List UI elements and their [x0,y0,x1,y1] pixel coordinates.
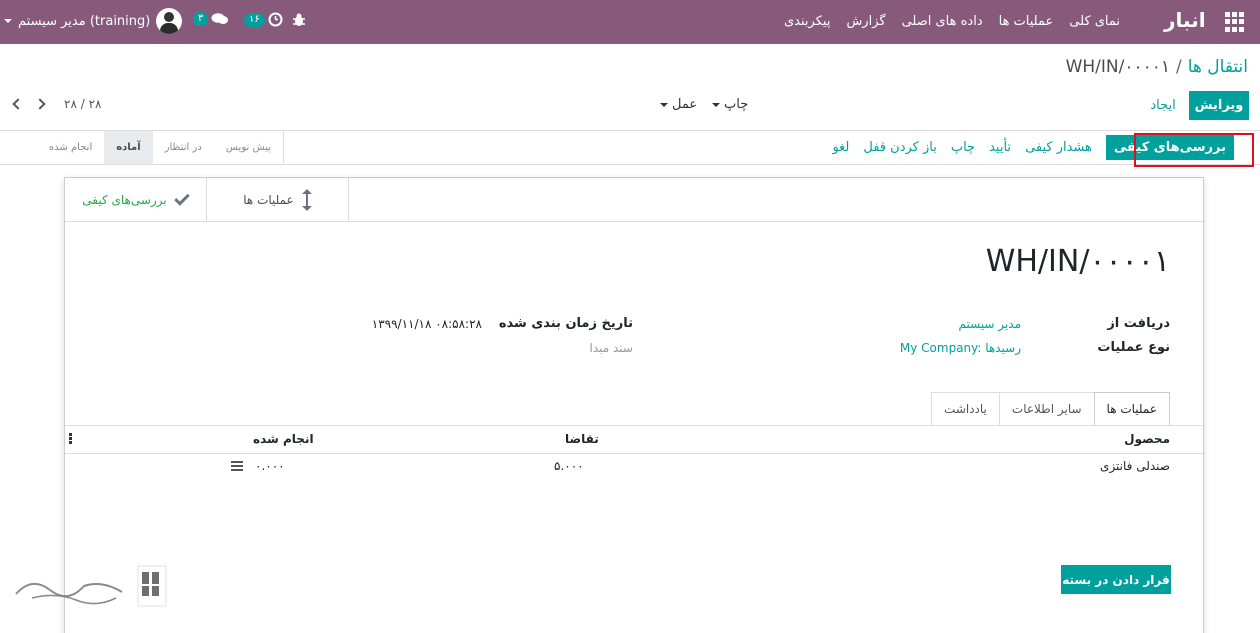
operation-type-label: نوع عملیات [1097,340,1170,355]
edit-button[interactable]: ویرایش [1189,91,1249,120]
pager-next-button[interactable] [33,96,51,114]
put-in-pack-button[interactable]: قرار دادن در بسته [1061,565,1171,594]
caret-down-icon [712,102,720,107]
operation-type-value[interactable]: My Company: رسیدها [900,341,1021,355]
optional-columns-icon[interactable] [69,433,72,445]
cell-done: ۰.۰۰۰ [255,459,285,473]
activities-systray[interactable]: ۱۶ [244,12,283,27]
cell-demand: ۵.۰۰۰ [554,459,584,473]
column-demand[interactable]: تقاضا [565,432,599,446]
stage-waiting[interactable]: در انتظار [153,131,214,164]
notebook-tabs: عملیات ها سایر اطلاعات یادداشت [931,392,1170,425]
top-navbar: انبار نمای کلی عملیات ها داده های اصلی گ… [0,0,1260,44]
clock-icon [268,12,283,27]
breadcrumb: انتقال ها / WH/IN/۰۰۰۰۱ [1066,57,1248,77]
avatar [156,8,183,34]
quality-checks-smart-label: بررسی‌های کیفی [82,193,167,207]
caret-down-icon [660,102,668,107]
form-sheet: بررسی‌های کیفی عملیات ها WH/IN/۰۰۰۰۱ دری… [64,177,1204,633]
cell-product: صندلی فانتزی [1100,459,1170,473]
menu-item-overview[interactable]: نمای کلی [1069,14,1120,29]
header-actions: بررسی‌های کیفی هشدار کیفی تأیید چاپ باز … [832,131,1234,164]
quality-alert-button[interactable]: هشدار کیفی [1025,140,1092,155]
chevron-down-icon [4,19,12,23]
source-document-label: سند مبدا [589,341,633,355]
menu-item-configuration[interactable]: پیکربندی [784,14,830,29]
tab-note[interactable]: یادداشت [931,392,1000,425]
chat-icon [211,13,229,24]
stage-bar: پیش نویس در انتظار آماده انجام شده [0,131,284,164]
tab-operations[interactable]: عملیات ها [1093,392,1170,425]
action-dropdown[interactable]: عمل [660,97,697,112]
breadcrumb-current: WH/IN/۰۰۰۰۱ [1065,57,1170,77]
breadcrumb-separator: / [1176,57,1182,77]
pager-previous-button[interactable] [7,96,25,114]
messages-systray[interactable]: ۳ [193,12,229,26]
stage-ready[interactable]: آماده [104,131,153,164]
table-header: محصول تقاضا انجام شده [65,426,1203,454]
check-icon [173,190,190,206]
debug-bug-icon[interactable] [292,12,306,28]
action-dropdown-label: عمل [672,97,698,112]
menu-item-reporting[interactable]: گزارش [846,14,885,29]
messages-badge: ۳ [193,12,209,26]
create-button[interactable]: ایجاد [1139,91,1187,120]
chevron-left-icon [12,98,24,110]
menu-item-operations[interactable]: عملیات ها [999,14,1054,29]
activities-badge: ۱۶ [244,12,265,27]
breadcrumb-parent[interactable]: انتقال ها [1188,57,1248,77]
receive-from-label: دریافت از [1107,316,1170,331]
user-name: مدیر سیستم (training) [18,13,151,29]
status-bar: بررسی‌های کیفی هشدار کیفی تأیید چاپ باز … [0,130,1260,165]
cancel-button[interactable]: لغو [832,140,849,155]
stage-draft[interactable]: پیش نویس [214,131,283,164]
validate-button[interactable]: تأیید [989,140,1011,155]
print-dropdown[interactable]: چاپ [712,97,748,112]
arrows-vertical-icon [301,189,312,211]
detailed-operations-list-icon[interactable] [231,461,243,471]
app-brand[interactable]: انبار [1164,8,1206,32]
main-menu: نمای کلی عملیات ها داده های اصلی گزارش پ… [784,14,1120,29]
print-dropdown-label: چاپ [724,97,749,112]
scheduled-date-label: تاریخ زمان بندی شده [498,316,633,331]
watermark-logo [15,565,167,607]
user-menu[interactable]: مدیر سیستم (training) [4,8,183,34]
tab-other-info[interactable]: سایر اطلاعات [998,392,1095,425]
print-button[interactable]: چاپ [951,140,975,155]
column-product[interactable]: محصول [1124,432,1170,446]
apps-menu-icon[interactable] [1225,12,1245,32]
menu-item-master-data[interactable]: داده های اصلی [902,14,983,29]
record-title: WH/IN/۰۰۰۰۱ [985,244,1170,279]
unlock-button[interactable]: باز کردن قفل [863,140,936,155]
receive-from-value[interactable]: مدیر سیستم [959,317,1022,331]
table-row[interactable]: صندلی فانتزی ۵.۰۰۰ ۰.۰۰۰ [65,455,1203,477]
quality-checks-button[interactable]: بررسی‌های کیفی [1105,135,1234,160]
scheduled-date-value: ۱۳۹۹/۱۱/۱۸ ۰۸:۵۸:۲۸ [371,317,482,331]
quality-checks-smart-button[interactable]: بررسی‌های کیفی [65,178,207,222]
column-done[interactable]: انجام شده [253,432,314,446]
operations-smart-button[interactable]: عملیات ها [207,178,349,222]
operations-smart-label: عملیات ها [243,193,294,207]
smart-button-box: بررسی‌های کیفی عملیات ها [65,178,1203,222]
pager-value[interactable]: ۲۸ / ۲۸ [64,97,101,111]
stage-done[interactable]: انجام شده [37,131,104,164]
chevron-right-icon [34,98,46,110]
